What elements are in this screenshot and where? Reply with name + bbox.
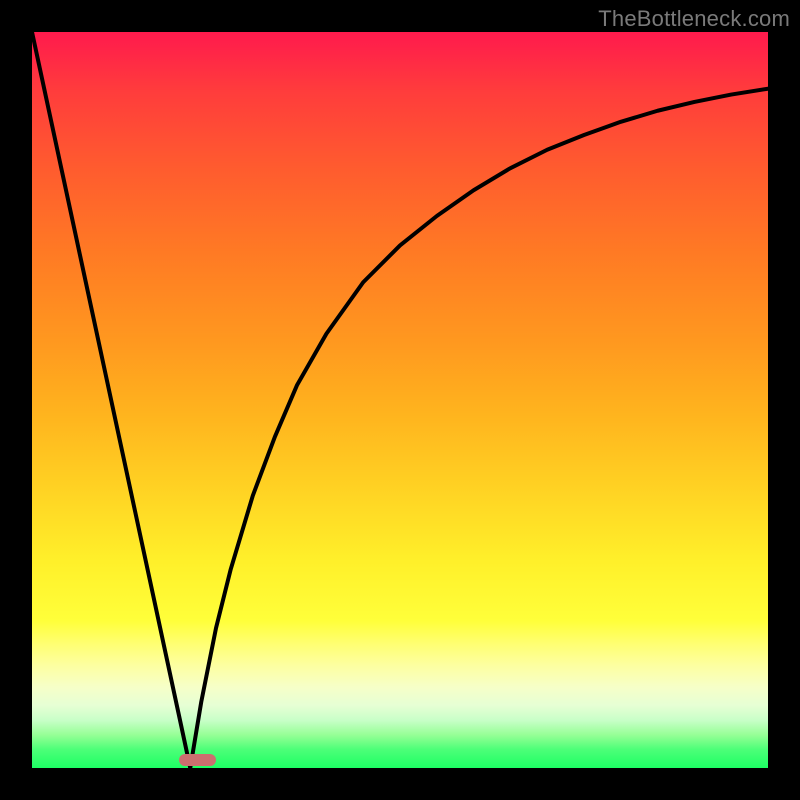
bottleneck-curve <box>32 32 768 768</box>
optimal-range-marker <box>179 754 216 766</box>
curve-path <box>32 32 768 768</box>
watermark-text: TheBottleneck.com <box>598 6 790 32</box>
outer-frame: TheBottleneck.com <box>0 0 800 800</box>
plot-area <box>32 32 768 768</box>
